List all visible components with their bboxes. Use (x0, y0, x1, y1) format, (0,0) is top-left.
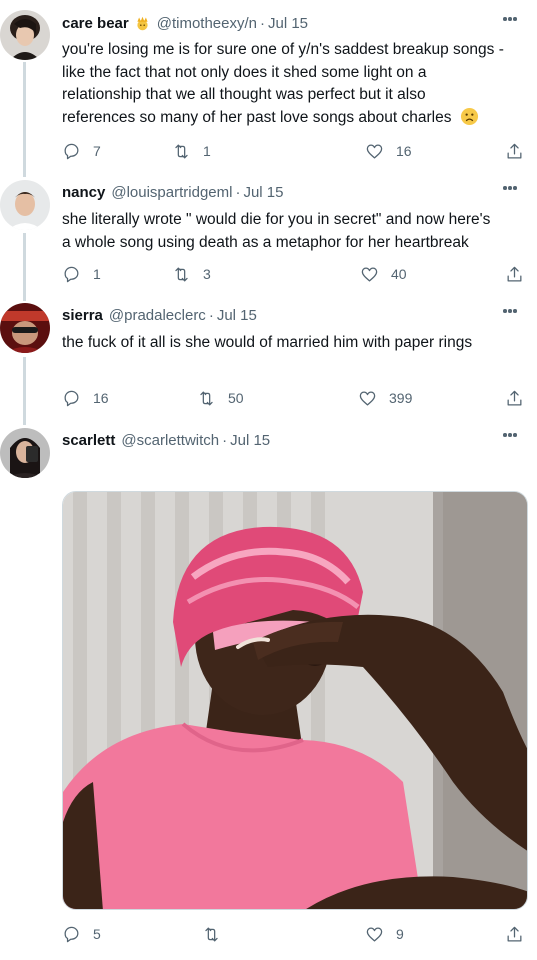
reply-count: 16 (93, 390, 109, 406)
tweet-date[interactable]: Jul 15 (230, 432, 270, 449)
heart-icon (361, 267, 378, 281)
heart-icon (359, 391, 376, 405)
heart-icon (366, 927, 383, 941)
tweet-text: the fuck of it all is she would of marri… (62, 334, 473, 351)
retweet-button[interactable]: 50 (197, 386, 244, 410)
tweet[interactable]: care bear @timotheexy/n · Jul 15 you're … (0, 0, 537, 170)
retweet-count: 1 (203, 143, 211, 159)
display-name[interactable]: sierra (62, 307, 103, 324)
share-icon (507, 390, 522, 405)
tweet-text: she literally wrote " would die for you … (62, 211, 491, 251)
retweet-button[interactable] (202, 922, 221, 946)
like-count: 40 (391, 266, 407, 282)
reply-count: 5 (93, 926, 101, 942)
reply-count: 1 (93, 266, 101, 282)
like-button[interactable]: 16 (365, 139, 412, 163)
retweet-icon (205, 927, 218, 941)
like-button[interactable]: 399 (358, 386, 412, 410)
avatar[interactable] (0, 428, 50, 478)
display-name[interactable]: nancy (62, 184, 105, 201)
reaction-photo (63, 492, 527, 909)
retweet-icon (200, 391, 213, 405)
tweet-date[interactable]: Jul 15 (243, 184, 283, 201)
retweet-icon (175, 267, 188, 281)
tweet[interactable]: sierra @pradaleclerc · Jul 15 the fuck o… (0, 294, 537, 418)
heart-icon (366, 144, 383, 158)
tweet-date[interactable]: Jul 15 (217, 307, 257, 324)
retweet-count: 50 (228, 390, 244, 406)
tweet[interactable]: nancy @louispartridgeml · Jul 15 she lit… (0, 170, 537, 294)
share-icon (507, 266, 522, 281)
reply-icon (64, 143, 79, 159)
tweet-date[interactable]: Jul 15 (268, 15, 308, 32)
display-name[interactable]: care bear (62, 15, 129, 32)
share-icon (507, 926, 522, 941)
share-button[interactable] (505, 386, 524, 410)
more-options-icon[interactable] (503, 309, 517, 313)
more-options-icon[interactable] (503, 17, 517, 21)
crown-emoji-icon (137, 16, 148, 30)
display-name[interactable]: scarlett (62, 432, 115, 449)
more-options-icon[interactable] (503, 433, 517, 437)
reply-icon (64, 926, 79, 942)
share-button[interactable] (505, 922, 524, 946)
tweet-text: you're losing me is for sure one of y/n'… (62, 41, 504, 126)
more-options-icon[interactable] (503, 186, 517, 190)
like-count: 9 (396, 926, 404, 942)
like-count: 16 (396, 143, 412, 159)
retweet-icon (175, 144, 188, 158)
tweet[interactable]: scarlett @scarlettwitch · Jul 15 5 9 (0, 418, 537, 960)
reply-button[interactable]: 1 (62, 262, 101, 286)
reply-button[interactable]: 7 (62, 139, 101, 163)
reply-button[interactable]: 16 (62, 386, 109, 410)
frowning-face-emoji-icon (460, 107, 478, 125)
avatar[interactable] (0, 180, 50, 230)
like-button[interactable]: 40 (360, 262, 407, 286)
like-count: 399 (389, 390, 413, 406)
avatar[interactable] (0, 303, 50, 353)
user-handle[interactable]: @scarlettwitch (121, 432, 219, 449)
like-button[interactable]: 9 (365, 922, 404, 946)
retweet-button[interactable]: 1 (172, 139, 211, 163)
retweet-count: 3 (203, 266, 211, 282)
retweet-button[interactable]: 3 (172, 262, 211, 286)
reply-icon (64, 266, 79, 282)
avatar[interactable] (0, 10, 50, 60)
reply-button[interactable]: 5 (62, 922, 101, 946)
share-icon (507, 143, 522, 158)
tweet-media-image[interactable] (62, 491, 528, 910)
user-handle[interactable]: @timotheexy/n (157, 15, 257, 32)
share-button[interactable] (505, 139, 524, 163)
user-handle[interactable]: @pradaleclerc (109, 307, 206, 324)
reply-count: 7 (93, 143, 101, 159)
user-handle[interactable]: @louispartridgeml (111, 184, 232, 201)
share-button[interactable] (505, 262, 524, 286)
reply-icon (64, 390, 79, 406)
